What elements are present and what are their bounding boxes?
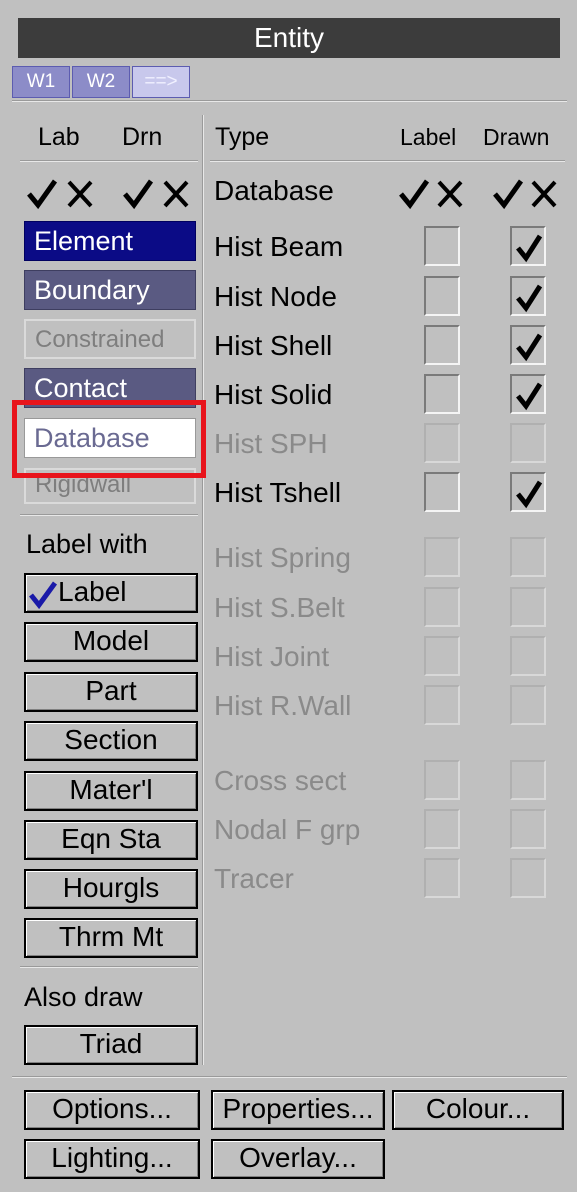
- row-tracer-label: Tracer: [214, 863, 294, 894]
- row-hist-solid-drawn-checkbox[interactable]: [510, 374, 546, 414]
- drawn-none-cross-icon[interactable]: [158, 173, 194, 213]
- row-hist-sph-label: Hist SPH: [214, 428, 328, 459]
- label-with-part-button[interactable]: Part: [24, 672, 198, 712]
- also-draw-triad-button[interactable]: Triad: [24, 1025, 198, 1065]
- database-label-none-cross-icon[interactable]: [432, 173, 468, 213]
- lighting-button[interactable]: Lighting...: [24, 1139, 200, 1179]
- row-hist-joint-label: Hist Joint: [214, 641, 330, 672]
- overlay-button[interactable]: Overlay...: [211, 1139, 385, 1179]
- row-hist-spring-drawn-checkbox: [510, 537, 546, 577]
- window-w2-button[interactable]: W2: [72, 66, 130, 98]
- entity-divider: [20, 514, 198, 516]
- label-checkmark-icon: [28, 578, 58, 618]
- row-nodal-f-grp-label-checkbox: [424, 809, 460, 849]
- row-hist-r-wall-label: Hist R.Wall: [214, 690, 352, 721]
- row-hist-joint-drawn-checkbox: [510, 636, 546, 676]
- properties-button[interactable]: Properties...: [211, 1090, 385, 1130]
- row-hist-joint-label-checkbox: [424, 636, 460, 676]
- row-hist-node-drawn-checkbox[interactable]: [510, 276, 546, 316]
- row-tracer-drawn-checkbox: [510, 858, 546, 898]
- drawn-header: Drawn: [483, 124, 550, 150]
- database-row-label: Database: [214, 175, 334, 206]
- entity-constrained-button[interactable]: Constrained: [24, 319, 196, 359]
- drawn-all-check-icon[interactable]: [120, 173, 156, 213]
- label-none-cross-icon[interactable]: [62, 173, 98, 213]
- row-hist-beam-drawn-checkbox[interactable]: [510, 226, 546, 266]
- row-hist-sph-drawn-checkbox: [510, 423, 546, 463]
- row-nodal-f-grp-label: Nodal F grp: [214, 814, 361, 845]
- row-cross-sect-label: Cross sect: [214, 765, 347, 796]
- row-hist-shell-drawn-checkbox[interactable]: [510, 325, 546, 365]
- row-hist-beam-label: Hist Beam: [214, 231, 344, 262]
- row-cross-sect-drawn-checkbox: [510, 760, 546, 800]
- label-with-materl-button[interactable]: Mater'l: [24, 771, 198, 811]
- label-with-eqnsta-button[interactable]: Eqn Sta: [24, 820, 198, 860]
- window-next-button[interactable]: ==>: [132, 66, 190, 98]
- label-with-thrmmt-button[interactable]: Thrm Mt: [24, 918, 198, 958]
- also-draw-heading: Also draw: [24, 982, 143, 1012]
- row-hist-r-wall-label-checkbox: [424, 685, 460, 725]
- row-nodal-f-grp-drawn-checkbox: [510, 809, 546, 849]
- row-hist-tshell-label-checkbox[interactable]: [424, 472, 460, 512]
- row-hist-spring-label-checkbox: [424, 537, 460, 577]
- right-header-divider: [210, 160, 565, 162]
- type-header: Type: [215, 123, 270, 151]
- top-divider: [12, 100, 567, 102]
- label-header: Label: [400, 124, 457, 150]
- row-hist-spring-label: Hist Spring: [214, 542, 351, 573]
- row-hist-s-belt-drawn-checkbox: [510, 587, 546, 627]
- highlight-box: [12, 400, 206, 478]
- left-header-divider: [20, 160, 198, 162]
- row-cross-sect-label-checkbox: [424, 760, 460, 800]
- row-hist-sph-label-checkbox: [424, 423, 460, 463]
- label-with-hourgls-button[interactable]: Hourgls: [24, 869, 198, 909]
- panel-title: Entity: [18, 18, 560, 58]
- lab-header: Lab: [38, 123, 80, 151]
- window-w1-button[interactable]: W1: [12, 66, 70, 98]
- row-hist-tshell-drawn-checkbox[interactable]: [510, 472, 546, 512]
- database-label-all-check-icon[interactable]: [396, 173, 432, 213]
- label-button-text: Label: [58, 576, 127, 607]
- entity-element-button[interactable]: Element: [24, 221, 196, 261]
- row-hist-shell-label: Hist Shell: [214, 330, 333, 361]
- bottom-divider: [12, 1076, 567, 1078]
- label-with-label-button[interactable]: Label: [24, 573, 198, 613]
- column-divider: [202, 115, 204, 1065]
- row-hist-beam-label-checkbox[interactable]: [424, 226, 460, 266]
- label-all-check-icon[interactable]: [24, 173, 60, 213]
- entity-boundary-button[interactable]: Boundary: [24, 270, 196, 310]
- database-drawn-none-cross-icon[interactable]: [526, 173, 562, 213]
- drn-header: Drn: [122, 123, 163, 151]
- database-drawn-all-check-icon[interactable]: [490, 173, 526, 213]
- row-hist-solid-label-checkbox[interactable]: [424, 374, 460, 414]
- row-hist-r-wall-drawn-checkbox: [510, 685, 546, 725]
- label-with-model-button[interactable]: Model: [24, 622, 198, 662]
- label-with-divider: [20, 966, 198, 968]
- row-hist-node-label-checkbox[interactable]: [424, 276, 460, 316]
- row-hist-tshell-label: Hist Tshell: [214, 477, 342, 508]
- label-with-section-button[interactable]: Section: [24, 721, 198, 761]
- row-tracer-label-checkbox: [424, 858, 460, 898]
- row-hist-shell-label-checkbox[interactable]: [424, 325, 460, 365]
- row-hist-node-label: Hist Node: [214, 281, 337, 312]
- row-hist-s-belt-label-checkbox: [424, 587, 460, 627]
- label-with-heading: Label with: [26, 529, 148, 559]
- options-button[interactable]: Options...: [24, 1090, 200, 1130]
- row-hist-solid-label: Hist Solid: [214, 379, 333, 410]
- row-hist-s-belt-label: Hist S.Belt: [214, 592, 345, 623]
- colour-button[interactable]: Colour...: [392, 1090, 564, 1130]
